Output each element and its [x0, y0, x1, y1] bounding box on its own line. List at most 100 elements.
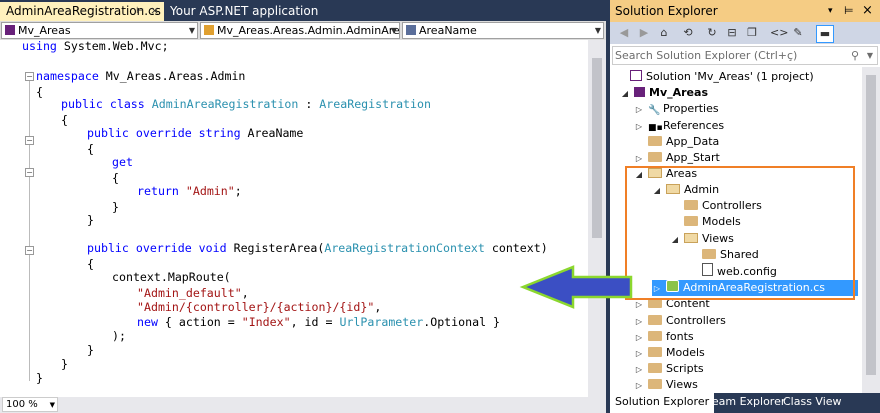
tree-item-controllers-root[interactable]: ▷ Controllers — [634, 313, 726, 329]
sync-icon[interactable]: ⟲ — [680, 25, 696, 41]
collapse-icon[interactable]: − — [25, 168, 34, 177]
tree-item-app-data[interactable]: App_Data — [634, 134, 719, 150]
project-dropdown[interactable]: Mv_Areas ▼ — [1, 22, 198, 39]
collapsed-icon[interactable]: ▷ — [634, 362, 644, 378]
wrench-icon: 🔧 — [648, 105, 661, 116]
tree-item-models-root[interactable]: ▷ Models — [634, 345, 705, 361]
tree-item-properties[interactable]: ▷ 🔧 Properties — [634, 101, 719, 117]
collapsed-icon[interactable]: ▷ — [634, 119, 644, 135]
code-line: } — [87, 343, 94, 357]
panel-title: Solution Explorer — [615, 4, 718, 18]
collapsed-icon[interactable]: ▷ — [634, 346, 644, 362]
tab-admin-area-registration[interactable]: AdminAreaRegistration.cs ⊨ × — [0, 2, 164, 21]
collapsed-icon[interactable]: ▷ — [634, 330, 644, 346]
collapsed-icon[interactable]: ▷ — [634, 314, 644, 330]
outline-gutter — [0, 40, 32, 397]
editor-vertical-scrollbar[interactable] — [588, 40, 606, 397]
search-placeholder: Search Solution Explorer (Ctrl+ç) — [615, 49, 798, 62]
code-line: { — [61, 113, 68, 127]
tree-item-scripts[interactable]: ▷ Scripts — [634, 361, 704, 377]
code-line: ); — [112, 329, 126, 343]
chevron-down-icon: ▼ — [594, 26, 601, 35]
member-dropdown[interactable]: AreaName ▼ — [402, 22, 604, 39]
outline-line — [29, 81, 30, 381]
navigation-bar: Mv_Areas ▼ Mv_Areas.Areas.Admin.AdminAre… — [0, 21, 606, 41]
collapse-icon[interactable]: − — [25, 246, 34, 255]
collapse-icon[interactable]: − — [25, 136, 34, 145]
view-code-icon[interactable]: <> — [770, 25, 788, 41]
code-line: } — [61, 357, 68, 371]
tab-class-view[interactable]: Class View — [778, 393, 847, 413]
pin-icon[interactable]: ⊨ — [844, 0, 854, 22]
expanded-icon[interactable]: ◢ — [620, 86, 630, 102]
chevron-down-icon: ▼ — [390, 26, 397, 35]
pin-icon[interactable]: ⊨ — [136, 2, 144, 20]
scrollbar-thumb[interactable] — [592, 58, 602, 238]
tree-item-fonts[interactable]: ▷ fonts — [634, 329, 694, 345]
folder-icon — [648, 379, 662, 389]
folder-icon — [648, 331, 662, 341]
type-dropdown-value: Mv_Areas.Areas.Admin.AdminArea — [217, 24, 400, 37]
zoom-dropdown[interactable]: 100 % ▼ — [2, 397, 58, 412]
solution-explorer-title-bar: Solution Explorer ▾ ⊨ × — [610, 0, 880, 22]
folder-icon — [648, 363, 662, 373]
tree-item-solution[interactable]: Solution 'Mv_Areas' (1 project) — [616, 69, 814, 85]
tab-your-aspnet-application[interactable]: Your ASP.NET application — [164, 2, 324, 21]
collapse-icon[interactable]: − — [25, 72, 34, 81]
collapsed-icon[interactable]: ▷ — [634, 378, 644, 393]
type-dropdown[interactable]: Mv_Areas.Areas.Admin.AdminArea ▼ — [200, 22, 400, 39]
collapse-all-icon[interactable]: ⊟ — [724, 25, 740, 41]
tab-solution-explorer[interactable]: Solution Explorer — [610, 393, 715, 413]
properties-icon[interactable]: ✎ — [790, 25, 806, 41]
code-line: { — [87, 257, 94, 271]
solution-icon — [630, 70, 642, 81]
search-icon[interactable]: ⚲ — [851, 47, 859, 64]
tree-item-views-root[interactable]: ▷ Views — [634, 377, 698, 393]
editor-status-bar: 100 % ▼ — [0, 397, 606, 413]
code-line: { — [87, 142, 94, 156]
home-icon[interactable]: ⌂ — [656, 25, 672, 41]
tree-vertical-scrollbar[interactable] — [862, 67, 880, 393]
close-icon[interactable]: × — [150, 2, 159, 20]
folder-icon — [648, 152, 662, 162]
code-line: { — [112, 171, 119, 185]
code-line: namespace Mv_Areas.Areas.Admin — [36, 69, 246, 83]
back-icon[interactable]: ◀ — [616, 25, 632, 41]
code-line: return "Admin"; — [137, 184, 242, 198]
csharp-project-icon — [5, 25, 15, 35]
csharp-project-icon — [634, 87, 645, 97]
member-dropdown-value: AreaName — [419, 24, 477, 37]
tree-item-project[interactable]: ◢ Mv_Areas — [620, 85, 708, 101]
code-line: get — [112, 155, 133, 169]
show-all-files-icon[interactable]: ❐ — [744, 25, 760, 41]
folder-icon — [648, 315, 662, 325]
dropdown-icon[interactable]: ▾ — [828, 0, 833, 22]
highlight-box — [625, 166, 855, 300]
code-line: new { action = "Index", id = UrlParamete… — [137, 315, 501, 329]
scrollbar-thumb[interactable] — [866, 75, 876, 375]
tree-item-app-start[interactable]: ▷ App_Start — [634, 150, 720, 166]
class-icon — [204, 25, 214, 35]
forward-icon[interactable]: ▶ — [636, 25, 652, 41]
preview-icon[interactable]: ▬ — [816, 25, 834, 43]
solution-explorer-search[interactable]: Search Solution Explorer (Ctrl+ç) ⚲ ▼ — [612, 46, 878, 65]
close-icon[interactable]: × — [862, 0, 873, 22]
collapsed-icon[interactable]: ▷ — [634, 151, 644, 167]
folder-icon — [648, 347, 662, 357]
solution-explorer-bottom-tabs: Solution Explorer Team Explorer Class Vi… — [610, 393, 880, 413]
tab-label: Your ASP.NET application — [170, 4, 319, 18]
code-line: using System.Web.Mvc; — [22, 40, 169, 53]
code-editor[interactable]: − − − − using System.Web.Mvc; namespace … — [0, 40, 588, 397]
code-line: public class AdminAreaRegistration : Are… — [61, 97, 431, 111]
zoom-value: 100 % — [6, 399, 38, 410]
code-line: } — [36, 371, 43, 385]
collapsed-icon[interactable]: ▷ — [634, 102, 644, 118]
folder-icon — [648, 136, 662, 146]
tree-item-references[interactable]: ▷ ■▪References — [634, 118, 724, 134]
refresh-icon[interactable]: ↻ — [704, 25, 720, 41]
chevron-down-icon[interactable]: ▼ — [867, 47, 873, 64]
project-dropdown-value: Mv_Areas — [18, 24, 71, 37]
chevron-down-icon: ▼ — [49, 401, 55, 409]
document-tab-bar: AdminAreaRegistration.cs ⊨ × Your ASP.NE… — [0, 0, 606, 21]
property-icon — [406, 25, 416, 35]
